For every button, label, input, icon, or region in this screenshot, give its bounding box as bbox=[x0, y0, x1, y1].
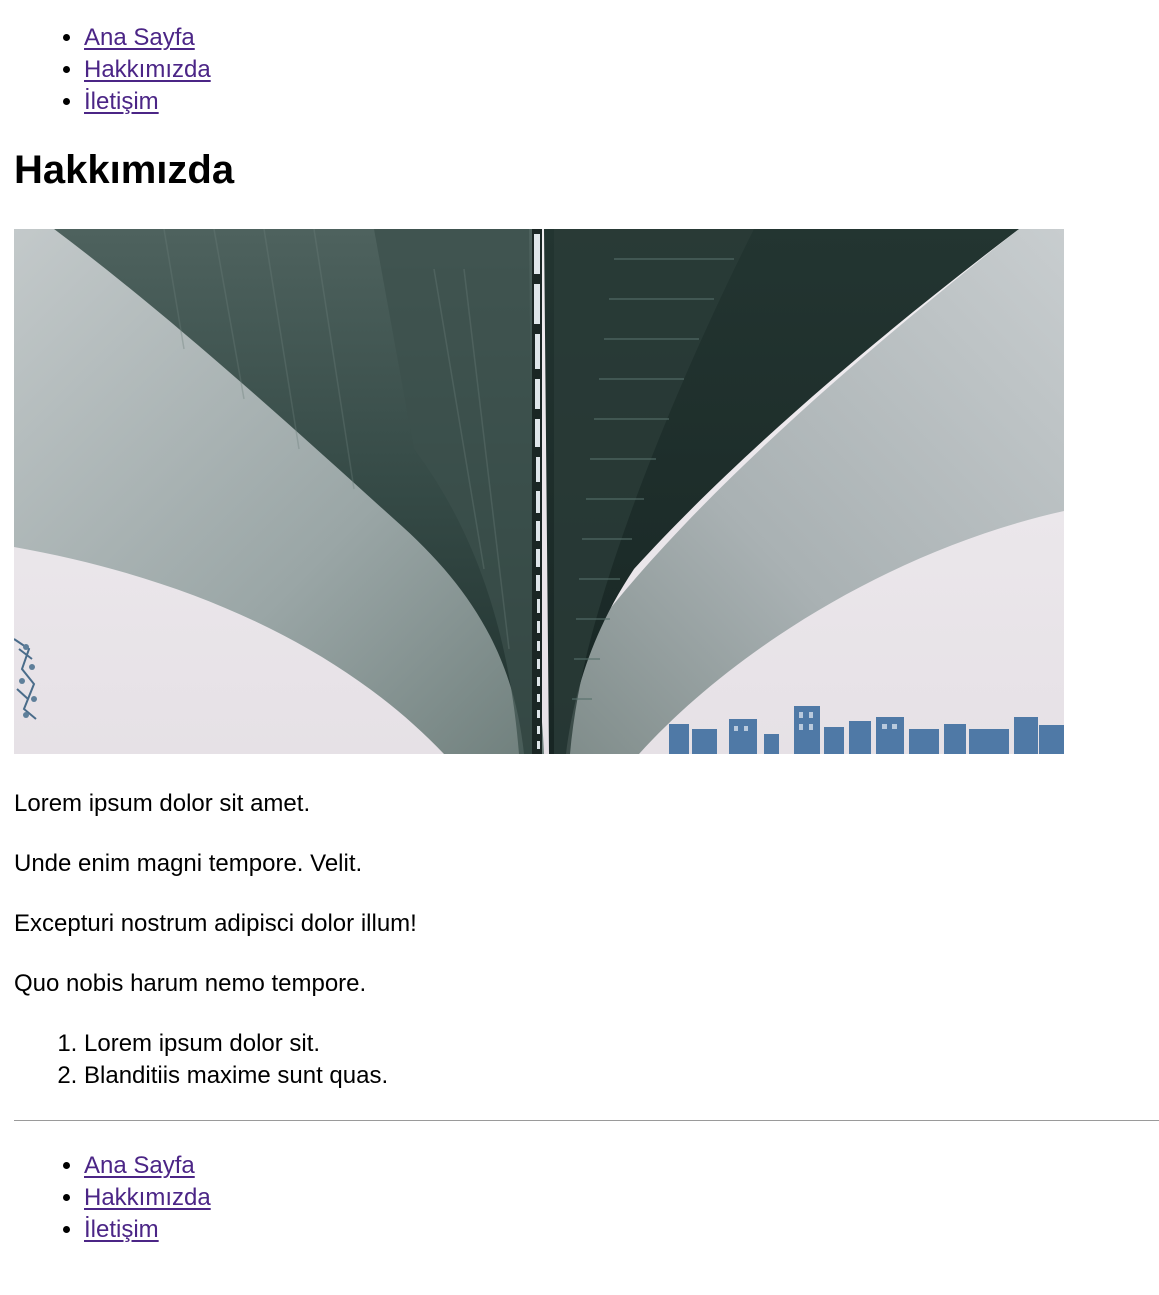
footer-nav-link-contact[interactable]: İletişim bbox=[84, 1216, 159, 1243]
bridge-underside-photo bbox=[14, 229, 1064, 754]
footer-nav-link-about[interactable]: Hakkımızda bbox=[84, 1184, 211, 1211]
paragraph-2: Unde enim magni tempore. Velit. bbox=[14, 850, 363, 877]
footer-nav-item-about: Hakkımızda bbox=[84, 1182, 1159, 1214]
paragraph-3: Excepturi nostrum adipisci dolor illum! bbox=[14, 910, 417, 937]
divider bbox=[14, 1120, 1159, 1121]
top-nav-item-contact: İletişim bbox=[84, 86, 1159, 118]
top-nav-item-home: Ana Sayfa bbox=[84, 22, 1159, 54]
top-nav: Ana Sayfa Hakkımızda İletişim bbox=[14, 22, 1159, 118]
footer-nav-item-home: Ana Sayfa bbox=[84, 1150, 1159, 1182]
footer-nav-link-home[interactable]: Ana Sayfa bbox=[84, 1152, 195, 1179]
page: Ana Sayfa Hakkımızda İletişim Hakkımızda bbox=[0, 22, 1159, 1246]
footer-nav: Ana Sayfa Hakkımızda İletişim bbox=[14, 1150, 1159, 1246]
top-nav-link-contact[interactable]: İletişim bbox=[84, 88, 159, 115]
ordered-list-item-2: Blanditiis maxime sunt quas. bbox=[84, 1060, 1159, 1092]
page-title: Hakkımızda bbox=[14, 148, 235, 192]
paragraph-1: Lorem ipsum dolor sit amet. bbox=[14, 790, 311, 817]
footer-nav-item-contact: İletişim bbox=[84, 1214, 1159, 1246]
top-nav-link-home[interactable]: Ana Sayfa bbox=[84, 24, 195, 51]
ordered-list: Lorem ipsum dolor sit. Blanditiis maxime… bbox=[14, 1028, 1159, 1092]
top-nav-item-about: Hakkımızda bbox=[84, 54, 1159, 86]
top-nav-link-about[interactable]: Hakkımızda bbox=[84, 56, 211, 83]
ordered-list-item-1: Lorem ipsum dolor sit. bbox=[84, 1028, 1159, 1060]
paragraph-4: Quo nobis harum nemo tempore. bbox=[14, 970, 367, 997]
hero-image bbox=[14, 229, 1064, 754]
